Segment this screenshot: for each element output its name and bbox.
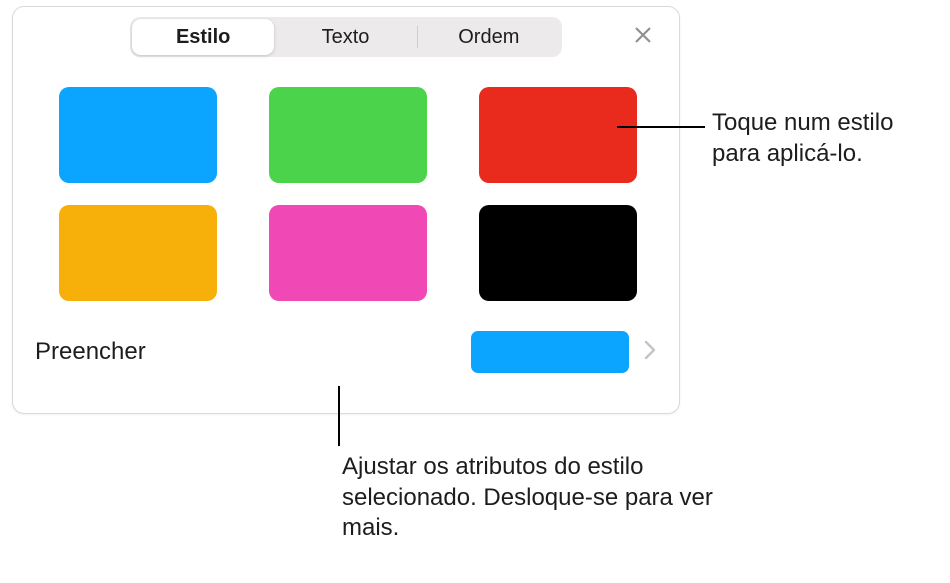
style-swatch[interactable] — [479, 87, 637, 183]
tab-order-label: Ordem — [458, 26, 519, 49]
tab-style-label: Estilo — [176, 26, 230, 49]
close-icon — [632, 24, 654, 51]
fill-label: Preencher — [35, 338, 146, 366]
segmented-control: Estilo Texto Ordem — [130, 17, 562, 57]
tab-style[interactable]: Estilo — [132, 19, 274, 55]
style-swatch-grid — [13, 59, 679, 313]
style-swatch[interactable] — [59, 87, 217, 183]
style-swatch[interactable] — [269, 87, 427, 183]
fill-controls — [471, 331, 657, 373]
fill-disclosure-button[interactable] — [643, 339, 657, 366]
close-button[interactable] — [629, 23, 657, 51]
fill-row: Preencher — [13, 313, 679, 373]
panel-header: Estilo Texto Ordem — [13, 15, 679, 59]
callout-adjust-attributes: Ajustar os atributos do estilo seleciona… — [342, 452, 722, 544]
tab-text[interactable]: Texto — [274, 19, 416, 55]
fill-color-swatch[interactable] — [471, 331, 629, 373]
callout-leader-line — [617, 126, 705, 128]
tab-order[interactable]: Ordem — [418, 19, 560, 55]
tab-text-label: Texto — [322, 26, 370, 49]
callout-leader-line — [338, 386, 340, 446]
style-swatch[interactable] — [479, 205, 637, 301]
style-swatch[interactable] — [59, 205, 217, 301]
chevron-right-icon — [643, 348, 657, 365]
style-swatch[interactable] — [269, 205, 427, 301]
callout-apply-style: Toque num estilo para aplicá-lo. — [712, 108, 942, 169]
format-panel: Estilo Texto Ordem Preenc — [12, 6, 680, 414]
